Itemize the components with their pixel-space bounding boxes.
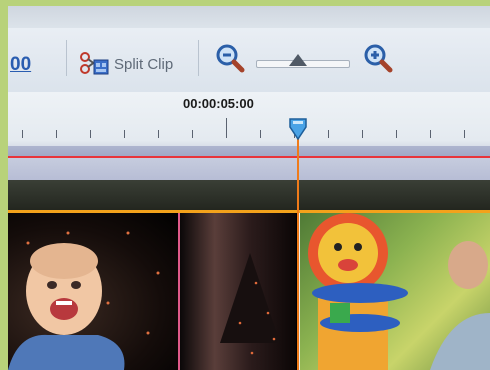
split-clip-button[interactable]: Split Clip — [78, 48, 173, 80]
clip-baby[interactable] — [8, 213, 180, 370]
zoom-slider-thumb[interactable] — [289, 54, 308, 66]
ruler-tick — [158, 130, 159, 138]
baby-thumbnail — [8, 231, 160, 370]
ruler-tick — [430, 130, 431, 138]
ruler-tick — [124, 130, 125, 138]
ruler-tick — [362, 130, 363, 138]
ruler-tick — [90, 130, 91, 138]
ruler-tick — [396, 130, 397, 138]
editor-window: 00 Split Clip 00:00:05:00 — [8, 6, 490, 370]
timecode-field[interactable]: 00 — [10, 54, 31, 76]
ruler-tick — [22, 130, 23, 138]
toy-thumbnail — [308, 213, 490, 370]
title-strip — [8, 6, 490, 28]
split-clip-icon — [80, 52, 109, 75]
ruler-tick — [260, 130, 261, 138]
ruler-tick — [192, 130, 193, 138]
toolbar-divider — [66, 40, 67, 76]
playhead-line — [297, 126, 299, 370]
zoom-out-icon[interactable] — [214, 42, 246, 74]
ruler-tick — [464, 130, 465, 138]
ruler-tick — [226, 118, 227, 138]
ruler-tick — [328, 130, 329, 138]
current-timecode: 00:00:05:00 — [183, 96, 254, 111]
dark-thumbnail — [220, 253, 280, 355]
clip-boundary — [178, 210, 180, 370]
track-highlight — [8, 210, 490, 213]
clip-dark[interactable] — [180, 213, 296, 370]
zoom-in-icon[interactable] — [362, 42, 394, 74]
split-clip-label: Split Clip — [114, 55, 174, 73]
clip-toy[interactable] — [300, 213, 490, 370]
work-area-bar — [8, 156, 490, 158]
track-header-band — [8, 180, 490, 210]
toolbar-divider — [198, 40, 199, 76]
playhead-handle[interactable] — [289, 118, 307, 140]
ruler-tick — [56, 130, 57, 138]
